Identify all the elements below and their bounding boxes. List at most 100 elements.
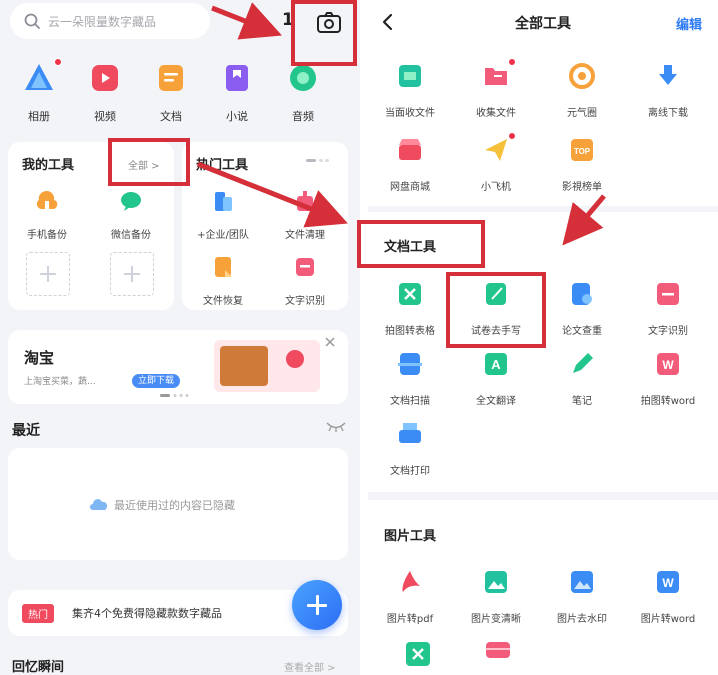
paper-plane-icon xyxy=(485,139,507,161)
recent-title: 最近 xyxy=(12,423,40,439)
remove-watermark-icon xyxy=(571,571,593,593)
cloud-icon xyxy=(90,499,108,510)
tool-doc-scan[interactable]: 文档扫描 xyxy=(368,350,452,407)
tool-label: 网盘商城 xyxy=(390,182,430,193)
category-photos[interactable]: 相册 xyxy=(14,62,64,124)
logo-image xyxy=(286,350,304,368)
tool-image-to-pdf[interactable]: 图片转pdf xyxy=(368,568,452,625)
ad-title: 淘宝 xyxy=(24,349,55,367)
card-icon xyxy=(486,642,510,658)
tool-print[interactable]: 文档打印 xyxy=(368,420,452,477)
translate-icon: A xyxy=(485,353,507,375)
photo-icon xyxy=(25,64,53,90)
category-label: 音频 xyxy=(292,110,314,123)
highlight-box-all xyxy=(108,138,190,186)
receive-file-icon xyxy=(399,65,421,87)
book-icon xyxy=(226,65,248,91)
tool-photo-to-excel[interactable]: 拍图转表格 xyxy=(368,280,452,337)
category-documents[interactable]: 文档 xyxy=(146,62,196,124)
tool-ocr[interactable]: 文字识别 xyxy=(626,280,710,337)
tool-label: 微信备份 xyxy=(111,230,151,241)
tool-label: 图片去水印 xyxy=(557,614,607,625)
tool-label: 收集文件 xyxy=(476,108,516,119)
thesis-check-icon xyxy=(572,283,592,305)
tool-ocr[interactable]: 文字识别 xyxy=(270,254,340,307)
tool-phone-backup[interactable]: 手机备份 xyxy=(12,188,82,241)
category-audio[interactable]: 音频 xyxy=(278,62,328,124)
category-videos[interactable]: 视频 xyxy=(80,62,130,124)
close-icon[interactable] xyxy=(324,336,336,348)
offline-download-icon xyxy=(659,65,677,85)
search-bar[interactable]: 云一朵限量数字藏品 xyxy=(10,3,210,39)
tool-image-enhance[interactable]: 图片变清晰 xyxy=(454,568,538,625)
tool-remove-watermark[interactable]: 图片去水印 xyxy=(540,568,624,625)
tool-offline-download[interactable]: 离线下载 xyxy=(626,62,710,119)
wechat-backup-icon xyxy=(121,192,141,211)
memories-title: 回忆瞬间 xyxy=(12,660,65,675)
tool-label: 图片转pdf xyxy=(386,614,434,625)
tool-photo-to-word[interactable]: W 拍图转word xyxy=(626,350,710,407)
tool-top-chart[interactable]: TOP 影視榜单 xyxy=(540,136,624,193)
file-restore-icon xyxy=(215,257,232,277)
tool-store[interactable]: 网盘商城 xyxy=(368,136,452,193)
print-icon xyxy=(399,423,421,443)
tool-paper-plane[interactable]: 小飞机 xyxy=(454,136,538,193)
category-label: 视频 xyxy=(94,110,116,123)
my-tools-title: 我的工具 xyxy=(22,158,75,173)
highlight-box-remove-handwriting xyxy=(446,272,546,348)
tool-wechat-backup[interactable]: 微信备份 xyxy=(96,188,166,241)
collect-file-icon xyxy=(485,68,507,85)
tool-file-clean[interactable]: 文件清理 xyxy=(270,188,340,241)
tool-enterprise[interactable]: +企业/团队 xyxy=(188,188,258,241)
category-label: 小说 xyxy=(226,110,248,123)
new-dot xyxy=(508,132,516,140)
hot-tag: 热门 xyxy=(22,604,54,623)
tool-label: 全文翻译 xyxy=(476,396,516,407)
audio-icon xyxy=(290,65,316,91)
tool-label: +企业/团队 xyxy=(197,230,249,241)
view-all-link[interactable]: 查看全部 > xyxy=(284,659,336,674)
search-icon xyxy=(24,13,40,29)
ad-image xyxy=(214,340,320,392)
recent-hidden-text: 最近使用过的内容已隐藏 xyxy=(114,499,235,512)
tool-vitality[interactable]: 元气圈 xyxy=(540,62,624,119)
enterprise-icon xyxy=(215,192,232,211)
tool-file-restore[interactable]: 文件恢复 xyxy=(188,254,258,307)
image-to-pdf-icon xyxy=(402,571,420,592)
page-indicator xyxy=(306,159,329,162)
tool-label: 文档扫描 xyxy=(390,396,430,407)
tool-label: 图片变清晰 xyxy=(471,614,521,625)
photo-to-word-icon: W xyxy=(657,353,679,375)
add-tool-slot[interactable] xyxy=(26,252,70,296)
hide-eye-icon[interactable] xyxy=(326,420,346,432)
tool-note[interactable]: 笔记 xyxy=(540,350,624,407)
image-enhance-icon xyxy=(485,571,507,593)
photo-to-excel-icon xyxy=(399,283,421,305)
page-title: 全部工具 xyxy=(515,16,571,32)
tool-label: 文件清理 xyxy=(285,230,325,241)
new-dot xyxy=(508,58,516,66)
download-now-button[interactable]: 立即下载 xyxy=(132,374,181,388)
tool-thesis-check[interactable]: 论文查重 xyxy=(540,280,624,337)
new-dot xyxy=(54,58,62,66)
category-label: 文档 xyxy=(160,110,182,123)
category-novels[interactable]: 小说 xyxy=(212,62,262,124)
add-fab-button[interactable] xyxy=(292,580,342,630)
tool-collect-file[interactable]: 收集文件 xyxy=(454,62,538,119)
highlight-box-doc-tools xyxy=(357,220,485,268)
tool-label: 论文查重 xyxy=(562,326,602,337)
tool-label: 离线下载 xyxy=(648,108,688,119)
edit-button[interactable]: 编辑 xyxy=(676,14,702,33)
hot-tools-title: 热门工具 xyxy=(196,158,249,173)
ocr-icon xyxy=(657,283,679,305)
tool-image-to-word[interactable]: W 图片转word xyxy=(626,568,710,625)
tool-receive-file[interactable]: 当面收文件 xyxy=(368,62,452,119)
panel-divider xyxy=(360,0,368,675)
tool-label: 笔记 xyxy=(572,396,592,407)
add-tool-slot[interactable] xyxy=(110,252,154,296)
tool-label: 拍图转表格 xyxy=(385,326,435,337)
image-tools-title: 图片工具 xyxy=(384,529,437,544)
tool-translate[interactable]: A 全文翻译 xyxy=(454,350,538,407)
tool-label: 文字识别 xyxy=(285,296,325,307)
tool-label: 拍图转word xyxy=(640,396,696,407)
